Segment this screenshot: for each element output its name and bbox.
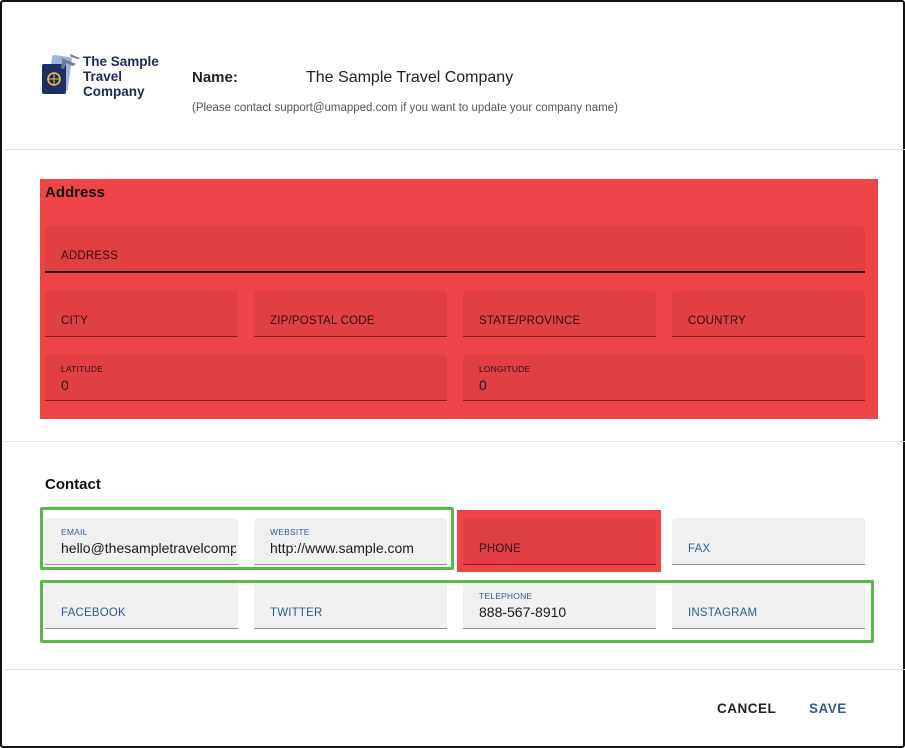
- country-field-label: COUNTRY: [688, 315, 747, 327]
- company-name-value: The Sample Travel Company: [306, 69, 514, 86]
- phone-field[interactable]: PHONE: [463, 518, 656, 565]
- state-field[interactable]: STATE/PROVINCE: [463, 291, 656, 337]
- latitude-value: 0: [61, 377, 69, 393]
- city-field[interactable]: CITY: [45, 291, 238, 337]
- address-section: Address ADDRESS CITY ZIP/POSTAL CODE STA…: [40, 179, 878, 419]
- address-field-label: ADDRESS: [61, 250, 118, 262]
- state-field-label: STATE/PROVINCE: [479, 315, 581, 327]
- social-row-highlight: [40, 580, 874, 643]
- logo-text: The Sample Travel Company: [83, 54, 159, 99]
- country-field[interactable]: COUNTRY: [672, 291, 865, 337]
- passport-airplane-icon: [42, 54, 80, 94]
- cancel-button[interactable]: CANCEL: [717, 701, 776, 716]
- contact-section-title: Contact: [45, 476, 101, 493]
- address-field[interactable]: ADDRESS: [45, 226, 865, 273]
- fax-field-label: FAX: [688, 543, 711, 555]
- longitude-field-label: LONGITUDE: [479, 364, 531, 374]
- longitude-value: 0: [479, 377, 487, 393]
- zip-field[interactable]: ZIP/POSTAL CODE: [254, 291, 447, 337]
- address-section-title: Address: [45, 184, 106, 201]
- latitude-field[interactable]: LATITUDE 0: [45, 355, 447, 401]
- company-name-label: Name:: [192, 69, 238, 86]
- longitude-field[interactable]: LONGITUDE 0: [463, 355, 865, 401]
- phone-field-label: PHONE: [479, 543, 521, 555]
- company-settings-dialog: The Sample Travel Company Name: The Samp…: [0, 0, 905, 748]
- divider: [4, 149, 905, 150]
- divider: [4, 669, 905, 670]
- save-button[interactable]: SAVE: [809, 701, 847, 716]
- latitude-field-label: LATITUDE: [61, 364, 104, 374]
- company-logo: The Sample Travel Company: [40, 52, 168, 100]
- email-website-highlight: [40, 507, 454, 570]
- city-field-label: CITY: [61, 315, 88, 327]
- company-name-note: (Please contact support@umapped.com if y…: [192, 102, 618, 114]
- zip-field-label: ZIP/POSTAL CODE: [270, 315, 375, 327]
- fax-field[interactable]: FAX: [672, 518, 865, 565]
- divider: [4, 441, 905, 442]
